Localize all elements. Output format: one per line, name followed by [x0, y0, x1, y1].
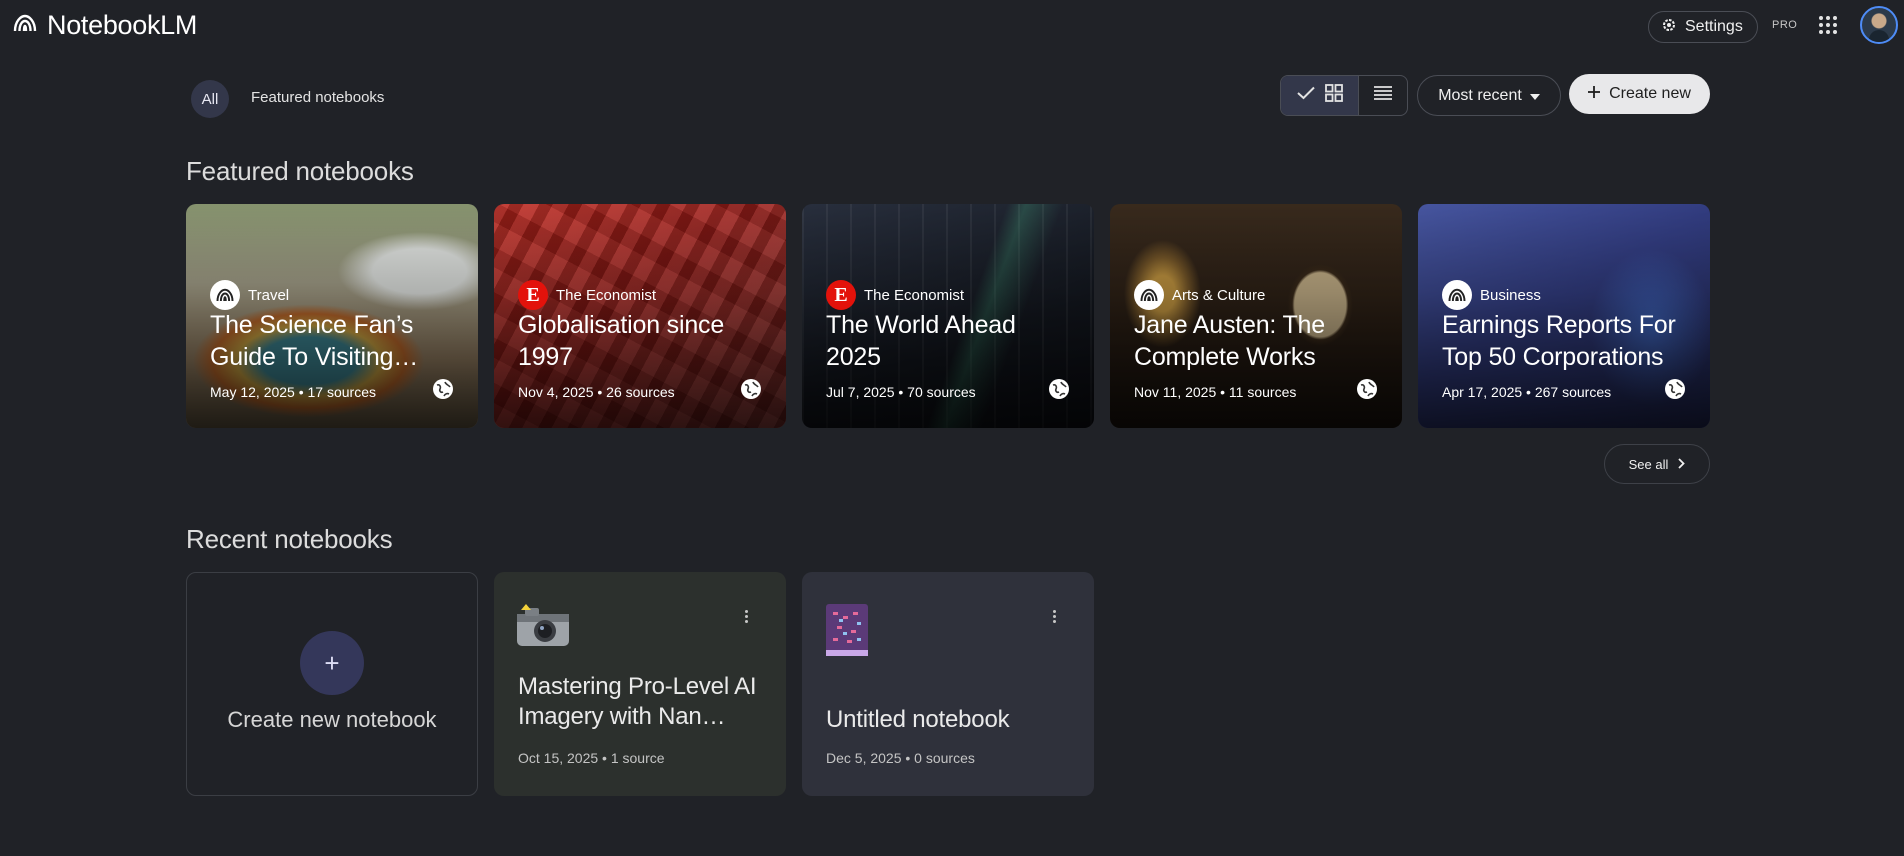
list-view-button[interactable]	[1359, 76, 1407, 115]
grid-view-button[interactable]	[1281, 76, 1359, 115]
recent-heading: Recent notebooks	[186, 524, 393, 554]
source-name: The Economist	[556, 286, 657, 304]
source-name: Business	[1480, 286, 1541, 304]
create-new-label: Create new	[1609, 85, 1691, 102]
google-apps-icon[interactable]	[1818, 15, 1838, 40]
featured-card[interactable]: E The Economist The World Ahead 2025 Jul…	[802, 204, 1094, 428]
checkmark-icon	[1296, 86, 1315, 105]
card-meta: Apr 17, 2025 • 267 sources	[1442, 384, 1612, 400]
plan-badge: PRO	[1772, 19, 1798, 31]
grid-icon	[1324, 84, 1343, 107]
more-options-icon[interactable]	[745, 610, 748, 623]
avatar[interactable]	[1860, 6, 1898, 44]
settings-label: Settings	[1685, 18, 1743, 35]
top-bar: NotebookLM Settings PRO	[0, 0, 1904, 52]
card-title: Earnings Reports For Top 50 Corporations	[1442, 311, 1676, 371]
gear-icon	[1661, 17, 1677, 38]
card-meta: May 12, 2025 • 17 sources	[210, 384, 376, 400]
notebooklm-logo-icon	[13, 14, 37, 37]
featured-card[interactable]: Arts & Culture Jane Austen: The Complete…	[1110, 204, 1402, 428]
create-new-notebook-label: Create new notebook	[227, 707, 437, 732]
notebook-title: Mastering Pro-Level AI Imagery with Nan…	[518, 673, 757, 730]
card-title: The Science Fan’s Guide To Visiting…	[210, 311, 419, 371]
see-all-button[interactable]: See all	[1604, 444, 1710, 484]
public-globe-icon	[1048, 378, 1070, 405]
public-globe-icon	[1664, 378, 1686, 405]
chevron-right-icon	[1678, 457, 1686, 472]
notebook-title: Untitled notebook	[826, 706, 1010, 733]
card-source: Business	[1442, 280, 1541, 310]
notebooklm-logo-icon	[210, 280, 240, 310]
public-globe-icon	[740, 378, 762, 405]
list-icon	[1374, 85, 1392, 106]
public-globe-icon	[1356, 378, 1378, 405]
featured-heading: Featured notebooks	[186, 156, 414, 186]
card-source: Travel	[210, 280, 289, 310]
view-toggle	[1280, 75, 1408, 116]
filter-all-chip[interactable]: All	[191, 80, 229, 118]
sort-dropdown[interactable]: Most recent	[1417, 75, 1561, 116]
settings-button[interactable]: Settings	[1648, 11, 1758, 43]
card-meta: Nov 4, 2025 • 26 sources	[518, 384, 675, 400]
app-name: NotebookLM	[47, 10, 198, 40]
card-meta: Nov 11, 2025 • 11 sources	[1134, 384, 1297, 400]
notebooklm-logo-icon	[1442, 280, 1472, 310]
notebooklm-logo-icon	[1134, 280, 1164, 310]
featured-card[interactable]: E The Economist Globalisation since 1997…	[494, 204, 786, 428]
more-options-icon[interactable]	[1053, 610, 1056, 623]
source-name: Arts & Culture	[1172, 286, 1266, 304]
create-new-button[interactable]: Create new	[1569, 74, 1710, 114]
filter-featured-chip[interactable]: Featured notebooks	[251, 89, 384, 106]
card-source: E The Economist	[518, 280, 656, 310]
caret-down-icon	[1529, 87, 1540, 105]
public-globe-icon	[432, 378, 454, 405]
card-title: Jane Austen: The Complete Works	[1134, 311, 1325, 371]
card-meta: Jul 7, 2025 • 70 sources	[826, 384, 976, 400]
source-name: Travel	[248, 286, 290, 304]
card-source: Arts & Culture	[1134, 280, 1265, 310]
economist-logo: E	[518, 280, 548, 310]
see-all-label: See all	[1628, 456, 1669, 472]
card-source: E The Economist	[826, 280, 964, 310]
featured-card[interactable]: Business Earnings Reports For Top 50 Cor…	[1418, 204, 1710, 428]
source-name: The Economist	[864, 286, 965, 304]
economist-logo: E	[826, 280, 856, 310]
notebook-card[interactable]: Untitled notebook Dec 5, 2025 • 0 source…	[802, 572, 1094, 796]
card-title: The World Ahead 2025	[826, 311, 1016, 371]
notebook-meta: Oct 15, 2025 • 1 source	[518, 750, 665, 766]
camera-emoji-icon	[515, 602, 571, 655]
notebook-card[interactable]: Mastering Pro-Level AI Imagery with Nan……	[494, 572, 786, 796]
sort-label: Most recent	[1438, 86, 1522, 104]
plus-icon	[1588, 85, 1601, 103]
create-new-notebook-card[interactable]: + Create new notebook	[186, 572, 478, 796]
notebook-meta: Dec 5, 2025 • 0 sources	[826, 750, 975, 766]
card-title: Globalisation since 1997	[518, 311, 725, 371]
notebook-emoji-icon	[823, 602, 869, 663]
featured-card[interactable]: Travel The Science Fan’s Guide To Visiti…	[186, 204, 478, 428]
brand[interactable]: NotebookLM	[13, 10, 197, 41]
plus-icon: +	[300, 631, 364, 695]
